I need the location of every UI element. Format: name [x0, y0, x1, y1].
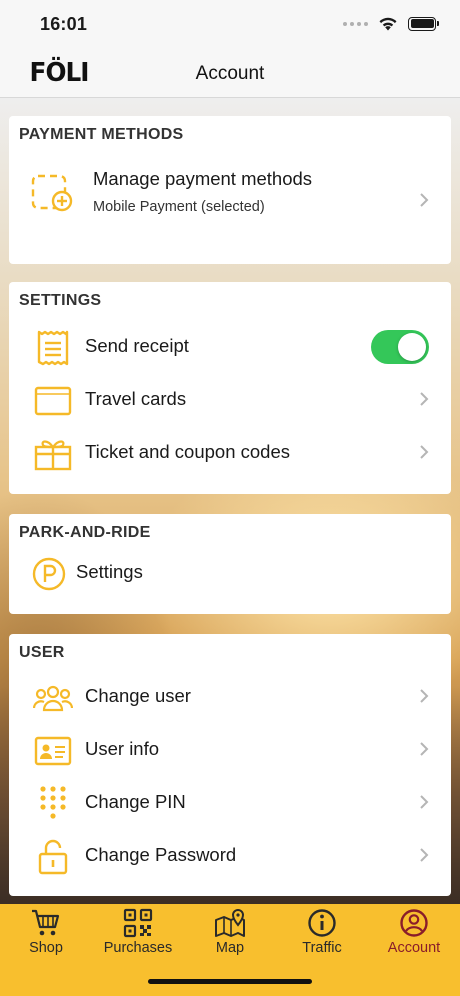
user-card: USER Change user User info Change PIN Ch…: [9, 634, 451, 896]
page-title: Account: [195, 63, 265, 84]
wifi-icon: [379, 17, 397, 31]
send-receipt-toggle[interactable]: [371, 330, 429, 364]
tab-account-label: Account: [387, 940, 441, 956]
change-user-label: Change user: [85, 685, 191, 706]
send-receipt-row: Send receipt: [9, 322, 451, 372]
send-receipt-label: Send receipt: [85, 335, 189, 356]
change-pin-label: Change PIN: [85, 791, 186, 812]
section-header-settings: SETTINGS: [19, 292, 102, 309]
chevron-right-icon: [420, 392, 429, 406]
chevron-right-icon: [420, 742, 429, 756]
tab-shop[interactable]: Shop: [0, 904, 92, 974]
info-icon: [308, 909, 336, 937]
battery-icon: [408, 16, 439, 31]
tab-shop-label: Shop: [29, 940, 63, 956]
change-user-row[interactable]: Change user: [9, 672, 451, 722]
id-card-icon: [34, 736, 72, 766]
section-header-payment: PAYMENT METHODS: [19, 126, 184, 143]
lock-icon: [38, 839, 68, 875]
card-icon: [34, 386, 72, 416]
manage-payment-methods-label: Manage payment methods: [93, 168, 313, 189]
gift-icon: [34, 440, 72, 471]
section-header-park-and-ride: PARK-AND-RIDE: [19, 524, 151, 541]
qr-code-icon: [123, 908, 153, 938]
user-info-label: User info: [85, 738, 160, 759]
keypad-icon: [40, 786, 66, 819]
users-icon: [33, 685, 73, 712]
account-icon: [400, 909, 428, 937]
travel-cards-row[interactable]: Travel cards: [9, 375, 451, 425]
ticket-coupon-codes-row[interactable]: Ticket and coupon codes: [9, 428, 451, 478]
tab-traffic[interactable]: Traffic: [276, 904, 368, 974]
chevron-right-icon: [420, 689, 429, 703]
tab-purchases[interactable]: Purchases: [92, 904, 184, 974]
chevron-right-icon: [420, 848, 429, 862]
tab-map-label: Map: [215, 940, 245, 956]
manage-payment-methods-row[interactable]: Manage payment methods Mobile Payment (s…: [9, 160, 451, 232]
receipt-icon: [37, 330, 69, 366]
settings-card: SETTINGS Send receipt Travel cards Ticke…: [9, 282, 451, 494]
section-header-user: USER: [19, 644, 65, 661]
map-icon: [215, 909, 245, 937]
chevron-right-icon: [420, 193, 429, 207]
tab-account[interactable]: Account: [368, 904, 460, 974]
tab-map[interactable]: Map: [184, 904, 276, 974]
status-time: 16:01: [40, 14, 88, 34]
ticket-coupon-codes-label: Ticket and coupon codes: [85, 441, 290, 462]
chevron-right-icon: [420, 445, 429, 459]
tab-traffic-label: Traffic: [302, 940, 342, 956]
tab-purchases-label: Purchases: [103, 940, 173, 956]
change-pin-row[interactable]: Change PIN: [9, 778, 451, 828]
payment-methods-card: PAYMENT METHODS Manage payment methods M…: [9, 116, 451, 264]
cart-icon: [32, 909, 60, 936]
navigation-bar: FÖLI Account: [0, 50, 460, 98]
home-indicator[interactable]: [148, 979, 312, 984]
payment-add-icon: [31, 174, 73, 212]
travel-cards-label: Travel cards: [85, 388, 187, 409]
change-password-row[interactable]: Change Password: [9, 831, 451, 881]
signal-icon: [343, 21, 368, 26]
parking-icon: [32, 557, 66, 591]
chevron-right-icon: [420, 795, 429, 809]
payment-selected-label: Mobile Payment (selected): [93, 199, 265, 215]
park-and-ride-card: PARK-AND-RIDE Settings: [9, 514, 451, 614]
park-settings-label: Settings: [76, 561, 143, 582]
change-password-label: Change Password: [85, 844, 237, 865]
park-settings-row[interactable]: Settings: [9, 548, 451, 598]
user-info-row[interactable]: User info: [9, 725, 451, 775]
status-bar: 16:01: [0, 0, 460, 50]
